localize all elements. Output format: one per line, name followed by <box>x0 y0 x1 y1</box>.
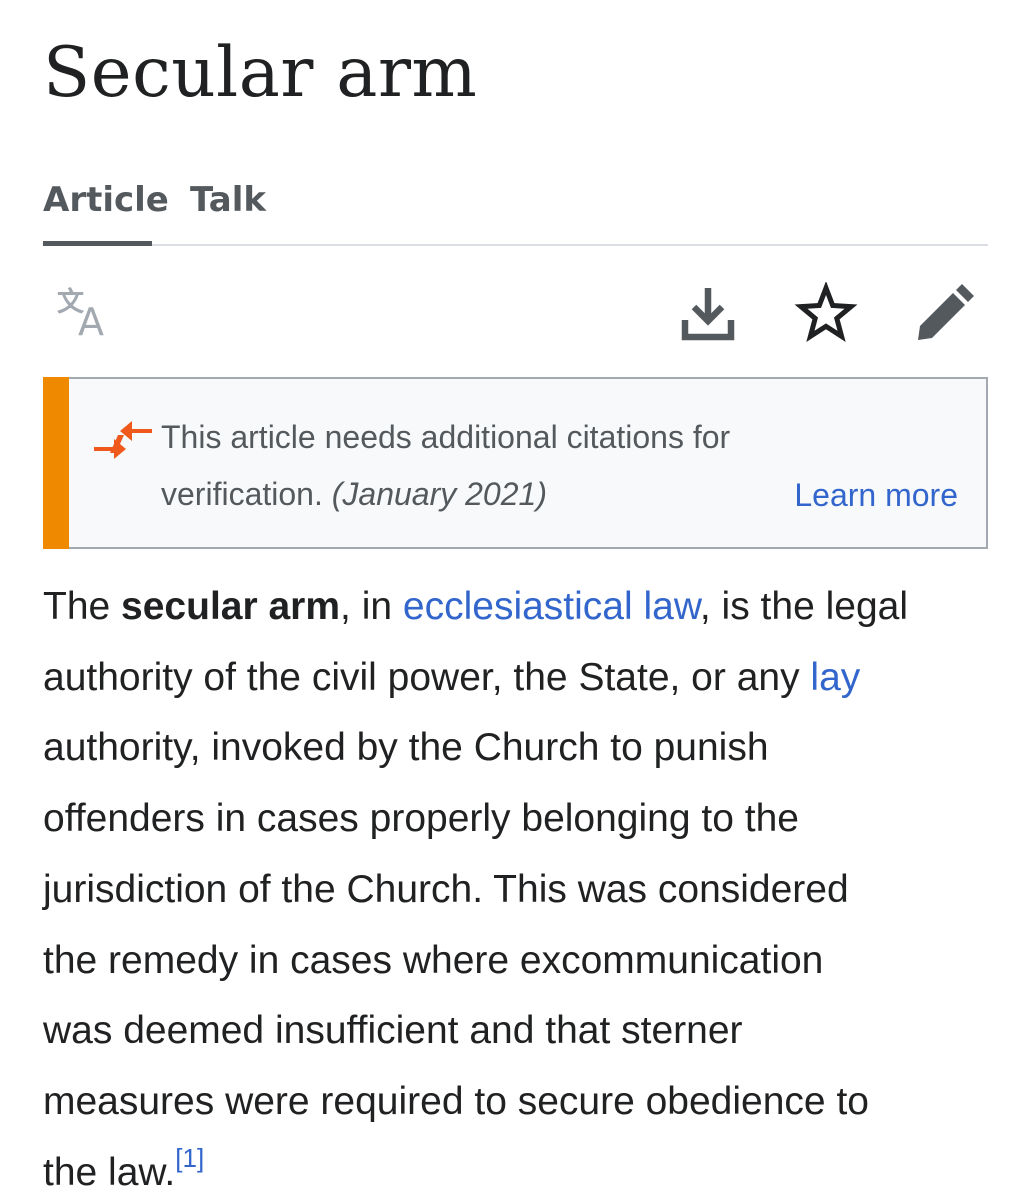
article-body: The secular arm, in ecclesiastical law, … <box>43 572 1003 1200</box>
page-title: Secular arm <box>43 33 478 113</box>
bold-term: secular arm <box>121 585 341 628</box>
text-run: authority of the civil power, the State,… <box>43 655 811 699</box>
reference-link[interactable]: [1] <box>175 1143 204 1173</box>
tab-talk[interactable]: Talk <box>190 180 266 220</box>
link-lay[interactable]: lay <box>810 656 860 699</box>
pencil-icon[interactable] <box>912 282 976 346</box>
learn-more-link[interactable]: Learn more <box>794 467 958 524</box>
notice-text: This article needs additional citations … <box>161 409 811 523</box>
page-tabs: Article Talk <box>43 180 988 246</box>
translate-icon[interactable]: 文 A <box>54 282 118 346</box>
star-icon[interactable] <box>794 282 858 346</box>
text-run: , in <box>340 585 403 628</box>
svg-text:A: A <box>78 300 104 344</box>
merge-arrows-icon <box>94 417 152 469</box>
article-line: jurisdiction of the Church. This was con… <box>43 867 849 911</box>
download-icon[interactable] <box>676 282 740 346</box>
text-run: The <box>43 585 122 628</box>
notice-stripe <box>43 377 69 549</box>
article-line: was deemed insufficient and that sterner <box>43 1009 743 1053</box>
article-line: authority of the civil power, the State,… <box>43 643 1003 714</box>
active-tab-indicator <box>43 241 152 246</box>
article-line: the law.[1] <box>43 1138 1003 1200</box>
article-line: offenders in cases properly belonging to… <box>43 797 799 841</box>
link-ecclesiastical-law[interactable]: ecclesiastical law <box>403 585 700 628</box>
article-line: The secular arm, in ecclesiastical law, … <box>43 572 1003 643</box>
article-line: measures were required to secure obedien… <box>43 1079 869 1123</box>
tab-article[interactable]: Article <box>43 180 169 220</box>
text-run: , is the legal <box>699 585 908 628</box>
citation-notice: This article needs additional citations … <box>43 377 988 549</box>
article-line: the remedy in cases where excommunicatio… <box>43 938 824 982</box>
article-line: authority, invoked by the Church to puni… <box>43 726 769 770</box>
text-run: the law. <box>43 1150 176 1194</box>
notice-date: (January 2021) <box>331 476 547 512</box>
